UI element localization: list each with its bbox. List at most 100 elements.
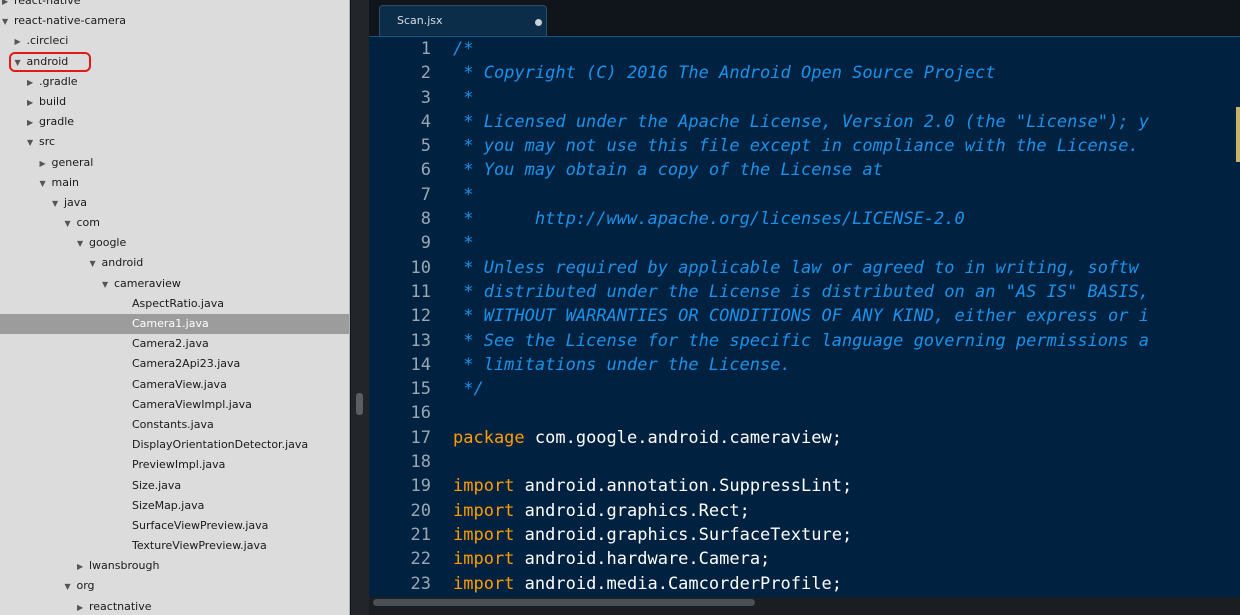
tab-bar: Scan.jsx — [369, 0, 1240, 36]
tree-file[interactable]: Constants.java — [0, 415, 349, 435]
code-line[interactable]: 23 import android.media.CamcorderProfile; — [369, 572, 1240, 596]
disclosure-expanded-icon[interactable]: ▼ — [2, 12, 14, 32]
tree-folder[interactable]: ▼ com — [0, 213, 349, 234]
tree-folder[interactable]: ▶ .gradle — [0, 72, 349, 93]
disclosure-expanded-icon[interactable]: ▼ — [27, 133, 39, 153]
tab-scan-jsx[interactable]: Scan.jsx — [379, 5, 547, 36]
file-tree-sidebar: ▶ react-native ▼ react-native-camera ▶ .circl… — [0, 0, 350, 615]
code-line[interactable]: 15 */ — [369, 377, 1240, 401]
tree-file[interactable]: Camera1.java — [0, 314, 349, 335]
tree-file[interactable]: Size.java — [0, 476, 349, 496]
code-line[interactable]: 18 — [369, 450, 1240, 474]
tree-file[interactable]: DisplayOrientationDetector.java — [0, 435, 349, 455]
code-line[interactable]: 12 * WITHOUT WARRANTIES OR CONDITIONS OF… — [369, 304, 1240, 328]
tree-folder[interactable]: ▶ general — [0, 153, 349, 174]
code-line[interactable]: 5 * you may not use this file except in … — [369, 134, 1240, 158]
pane-splitter[interactable] — [351, 0, 369, 615]
file-tree: ▶ react-native ▼ react-native-camera ▶ .circl… — [0, 0, 349, 615]
code-line[interactable]: 6 * You may obtain a copy of the License… — [369, 158, 1240, 182]
code-line[interactable]: 19 import android.annotation.SuppressLint… — [369, 474, 1240, 498]
disclosure-collapsed-icon[interactable]: ▶ — [27, 93, 39, 113]
disclosure-expanded-icon[interactable]: ▼ — [77, 234, 89, 254]
tree-folder[interactable]: ▼ android — [0, 52, 349, 73]
disclosure-collapsed-icon[interactable]: ▶ — [27, 73, 39, 93]
tree-folder[interactable]: ▶ lwansbrough — [0, 556, 349, 577]
disclosure-expanded-icon[interactable]: ▼ — [65, 214, 77, 234]
disclosure-collapsed-icon[interactable]: ▶ — [77, 557, 89, 577]
tree-item-label: org — [76, 579, 95, 593]
code-line[interactable]: 2 * Copyright (C) 2016 The Android Open … — [369, 61, 1240, 85]
code-line[interactable]: 1 /* — [369, 37, 1240, 61]
code-line[interactable]: 22 import android.hardware.Camera; — [369, 547, 1240, 571]
line-number: 21 — [410, 524, 431, 545]
code-line[interactable]: 8 * http://www.apache.org/licenses/LICEN… — [369, 207, 1240, 231]
disclosure-expanded-icon[interactable]: ▼ — [15, 53, 27, 73]
line-number: 5 — [420, 136, 431, 157]
tree-folder[interactable]: ▼ main — [0, 173, 349, 194]
disclosure-collapsed-icon[interactable]: ▶ — [15, 32, 27, 52]
line-number: 19 — [410, 476, 431, 497]
tree-item-label: DisplayOrientationDetector.java — [132, 438, 309, 452]
tree-file[interactable]: SurfaceViewPreview.java — [0, 516, 349, 536]
identifier-token: android.hardware.Camera; — [514, 549, 771, 570]
tree-file[interactable]: SizeMap.java — [0, 496, 349, 516]
tab-label: Scan.jsx — [397, 14, 443, 27]
tree-item-label: react-native — [14, 0, 81, 7]
tree-folder[interactable]: ▼ src — [0, 132, 349, 153]
code-line[interactable]: 4 * Licensed under the Apache License, V… — [369, 110, 1240, 134]
horizontal-scrollbar-thumb[interactable] — [373, 599, 755, 606]
code-line[interactable]: 14 * limitations under the License. — [369, 353, 1240, 377]
unsaved-dot-icon[interactable] — [535, 19, 542, 26]
disclosure-collapsed-icon[interactable]: ▶ — [77, 598, 89, 615]
tree-item-label: main — [51, 175, 79, 189]
disclosure-expanded-icon[interactable]: ▼ — [102, 275, 114, 295]
tree-folder[interactable]: ▶ gradle — [0, 112, 349, 133]
horizontal-scrollbar[interactable] — [369, 597, 1240, 615]
code-text: import android.hardware.Camera; — [431, 549, 770, 569]
tree-folder[interactable]: ▼ google — [0, 233, 349, 254]
tree-item-label: CameraView.java — [132, 377, 227, 391]
tree-file[interactable]: TextureViewPreview.java — [0, 536, 349, 556]
tree-folder[interactable]: ▼ cameraview — [0, 274, 349, 295]
disclosure-collapsed-icon[interactable]: ▶ — [27, 113, 39, 133]
code-line[interactable]: 20 import android.graphics.Rect; — [369, 499, 1240, 523]
tree-folder[interactable]: ▶ build — [0, 92, 349, 113]
tree-folder[interactable]: ▼ android — [0, 253, 349, 274]
code-editor: Scan.jsx 1/* 2 * Copyright (C) 2016 The A… — [369, 0, 1240, 615]
disclosure-expanded-icon[interactable]: ▼ — [52, 194, 64, 214]
disclosure-expanded-icon[interactable]: ▼ — [90, 254, 102, 274]
tree-file[interactable]: CameraView.java — [0, 375, 349, 395]
disclosure-collapsed-icon[interactable]: ▶ — [40, 154, 52, 174]
tree-item-label: general — [51, 155, 94, 169]
tree-item-label: src — [39, 135, 56, 149]
code-line[interactable]: 17 package com.google.android.cameraview; — [369, 426, 1240, 450]
code-area[interactable]: 1/* 2 * Copyright (C) 2016 The Android Op… — [369, 36, 1240, 597]
code-line[interactable]: 11 * distributed under the License is di… — [369, 280, 1240, 304]
code-line[interactable]: 3 * — [369, 86, 1240, 110]
tree-file[interactable]: CameraViewImpl.java — [0, 395, 349, 415]
comment-text: * you may not use this file except in co… — [453, 136, 1139, 157]
code-line[interactable]: 7 * — [369, 183, 1240, 207]
code-line[interactable]: 16 — [369, 401, 1240, 425]
tree-folder[interactable]: ▶ .circleci — [0, 31, 349, 52]
disclosure-expanded-icon[interactable]: ▼ — [65, 577, 77, 597]
code-line[interactable]: 21 import android.graphics.SurfaceTexture… — [369, 523, 1240, 547]
line-number: 9 — [420, 233, 431, 254]
tree-folder[interactable]: ▶ reactnative — [0, 597, 349, 615]
comment-text: /* — [453, 39, 474, 59]
tree-file[interactable]: Camera2.java — [0, 334, 349, 354]
line-number: 20 — [410, 500, 431, 521]
disclosure-expanded-icon[interactable]: ▼ — [40, 174, 52, 194]
splitter-handle[interactable] — [356, 393, 363, 415]
tree-folder[interactable]: ▼ org — [0, 576, 349, 597]
tree-folder[interactable]: ▼ java — [0, 193, 349, 214]
code-line[interactable]: 9 * — [369, 231, 1240, 255]
code-line[interactable]: 10 * Unless required by applicable law o… — [369, 256, 1240, 280]
tree-folder[interactable]: ▶ react-native — [0, 0, 349, 11]
tree-folder[interactable]: ▼ react-native-camera — [0, 11, 349, 32]
code-line[interactable]: 13 * See the License for the specific la… — [369, 329, 1240, 353]
tree-file[interactable]: Camera2Api23.java — [0, 354, 349, 374]
tree-file[interactable]: AspectRatio.java — [0, 294, 349, 314]
tree-file[interactable]: PreviewImpl.java — [0, 455, 349, 475]
comment-text: * http://www.apache.org/licenses/LICENSE… — [453, 209, 965, 230]
